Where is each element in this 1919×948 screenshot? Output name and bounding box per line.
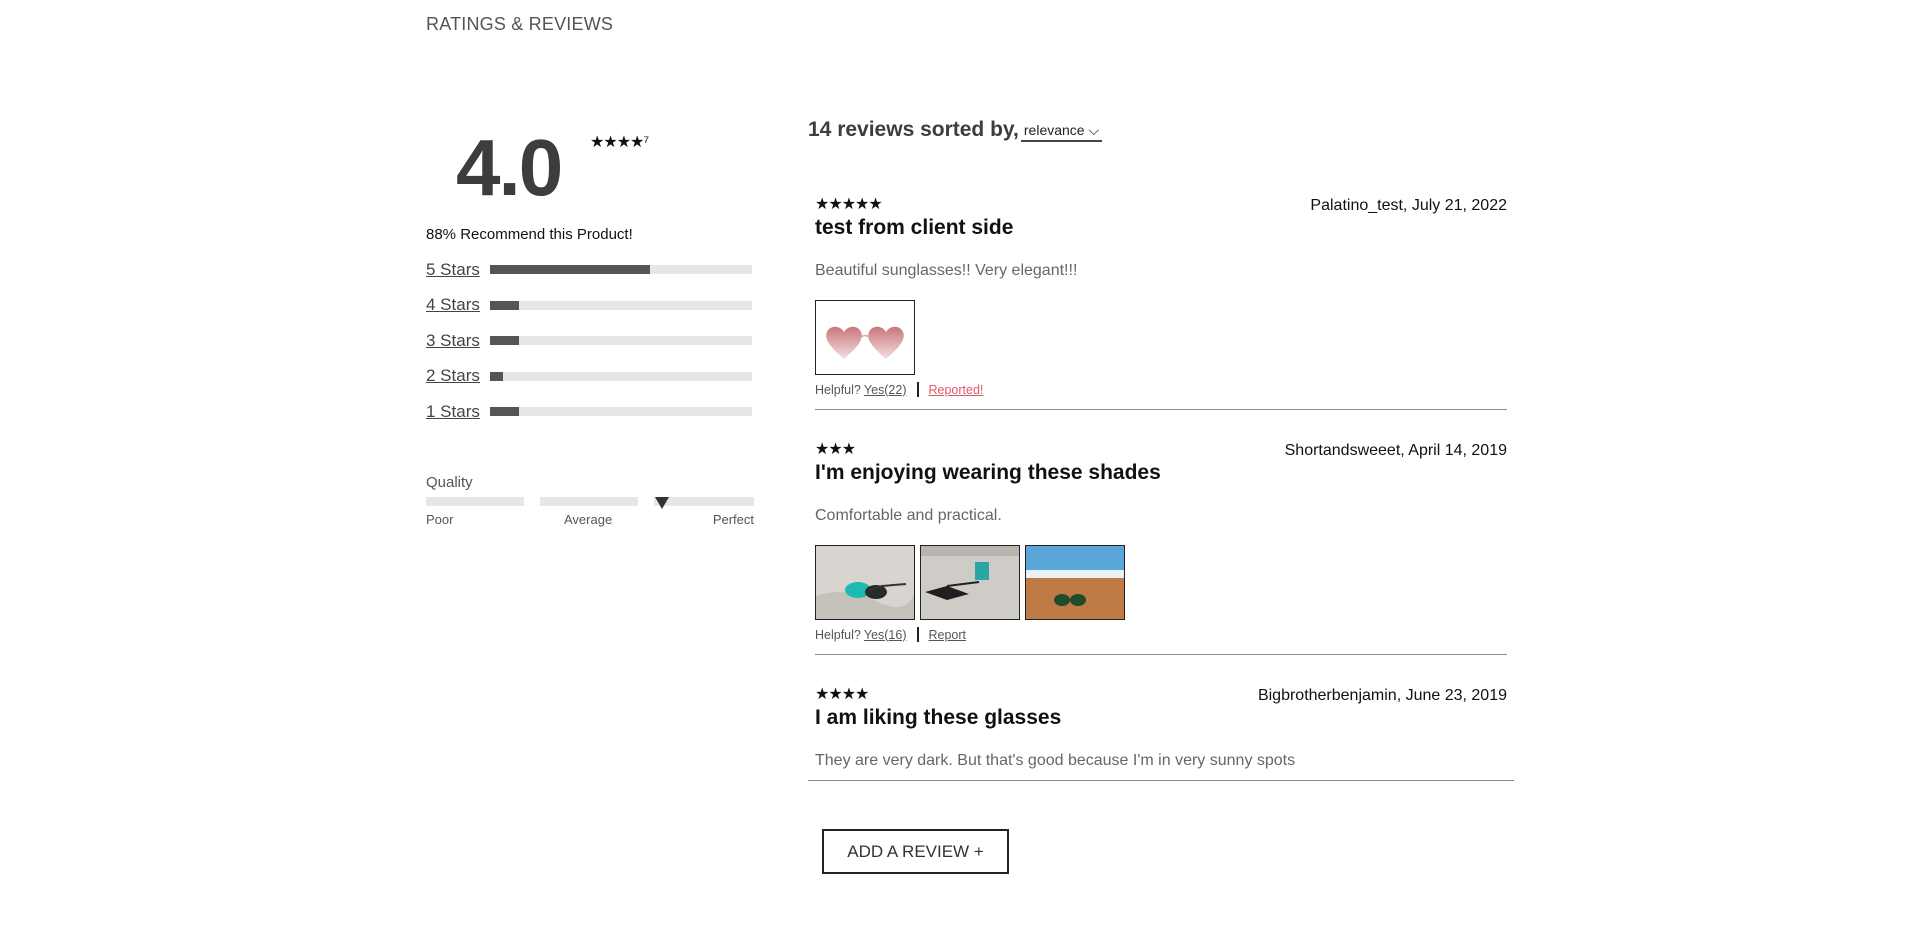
review-tile: ★★★★★ Palatino_test, July 21, 2022 test … (815, 194, 1507, 410)
helpful-label: Helpful? (815, 627, 861, 642)
breakdown-link-2-stars[interactable]: 2 Stars (426, 366, 490, 386)
breakdown-bar-track (490, 336, 752, 346)
breakdown-row-2: 2 Stars (426, 359, 754, 395)
breakdown-row-3: 3 Stars (426, 323, 754, 359)
breakdown-link-4-stars[interactable]: 4 Stars (426, 295, 490, 315)
review-title: I am liking these glasses (815, 706, 1062, 729)
divider (916, 627, 919, 642)
review-photo-thumbnail[interactable] (815, 545, 915, 620)
breakdown-bar-fill (490, 407, 519, 417)
teal-sunglasses-icon (816, 546, 914, 619)
review-tile: ★★★★ Bigbrotherbenjamin, June 23, 2019 I… (808, 684, 1514, 781)
review-author-date: Shortandsweeet, April 14, 2019 (1284, 442, 1507, 459)
factor-labels: Poor Average Perfect (426, 512, 754, 528)
breakdown-link-3-stars[interactable]: 3 Stars (426, 331, 490, 351)
breakdown-bar-track (490, 300, 752, 310)
breakdown-bar-track (490, 265, 752, 275)
breakdown-row-1: 1 Stars (426, 394, 754, 430)
heart-sunglasses-icon (816, 301, 914, 374)
review-photos (815, 300, 915, 375)
factor-name: Quality (426, 474, 473, 491)
section-title: RATINGS & REVIEWS (426, 14, 614, 34)
factor-label-low: Poor (426, 512, 454, 527)
review-stars: ★★★★ (815, 686, 869, 703)
rating-breakdown: 5 Stars 4 Stars 3 Stars 2 Stars 1 Stars (426, 252, 754, 430)
average-rating: 4.0 (456, 123, 563, 212)
chevron-down-icon: ⌵ (1088, 122, 1100, 138)
helpful-row: Helpful? Yes(22) Reported! (815, 382, 983, 397)
breakdown-row-4: 4 Stars (426, 288, 754, 324)
review-tile: ★★★ Shortandsweeet, April 14, 2019 I'm e… (815, 439, 1507, 655)
factor-label-mid: Average (564, 512, 613, 527)
review-body: They are very dark. But that's good beca… (815, 752, 1296, 769)
breakdown-bar-fill (490, 265, 650, 275)
add-review-button[interactable]: ADD A REVIEW + (822, 829, 1009, 874)
helpful-yes-link[interactable]: Yes(22) (864, 383, 907, 397)
reviews-count-text: 14 reviews sorted by, (808, 118, 1019, 141)
beach-sunglasses-icon (1026, 546, 1124, 619)
review-stars: ★★★★★ (815, 196, 883, 213)
review-photos (815, 545, 1125, 620)
helpful-yes-link[interactable]: Yes(16) (864, 628, 907, 642)
review-author-date: Palatino_test, July 21, 2022 (1310, 197, 1507, 214)
reviews-header: 14 reviews sorted by, relevance ⌵ (808, 118, 1514, 142)
divider (916, 382, 919, 397)
sort-value: relevance (1023, 122, 1085, 138)
review-stars: ★★★ (815, 441, 856, 458)
factor-label-high: Perfect (712, 512, 754, 527)
review-title: test from client side (815, 216, 1014, 239)
recommend-text: 88% Recommend this Product! (426, 226, 633, 243)
reviews-list: 14 reviews sorted by, relevance ⌵ ★★★★★ … (808, 118, 1514, 781)
quality-factor: Quality Poor Average Perfect (426, 474, 754, 528)
report-link[interactable]: Report (929, 628, 967, 642)
review-photo-thumbnail[interactable] (920, 545, 1020, 620)
factor-segment (540, 497, 638, 506)
breakdown-bar-track (490, 407, 752, 417)
breakdown-bar-fill (490, 371, 504, 381)
average-stars: ★★★★⁷ (590, 134, 649, 151)
sort-select[interactable]: relevance ⌵ (1020, 122, 1103, 142)
review-body: Beautiful sunglasses!! Very elegant!!! (815, 262, 1078, 279)
review-photo-thumbnail[interactable] (1025, 545, 1125, 620)
factor-track (426, 497, 754, 509)
review-title: I'm enjoying wearing these shades (815, 461, 1161, 484)
breakdown-bar-fill (490, 300, 519, 310)
breakdown-link-5-stars[interactable]: 5 Stars (426, 260, 490, 280)
review-photo-thumbnail[interactable] (815, 300, 915, 375)
review-author-date: Bigbrotherbenjamin, June 23, 2019 (1257, 687, 1507, 704)
factor-segment (426, 497, 524, 506)
breakdown-bar-track (490, 371, 752, 381)
review-body: Comfortable and practical. (815, 507, 1002, 524)
helpful-label: Helpful? (815, 382, 861, 397)
breakdown-row-5: 5 Stars (426, 252, 754, 288)
factor-marker-icon (655, 497, 670, 509)
helpful-row: Helpful? Yes(16) Report (815, 627, 966, 642)
breakdown-bar-fill (490, 336, 519, 346)
report-link[interactable]: Reported! (929, 383, 984, 397)
black-sunglasses-icon (921, 546, 1019, 619)
breakdown-link-1-stars[interactable]: 1 Stars (426, 402, 490, 422)
